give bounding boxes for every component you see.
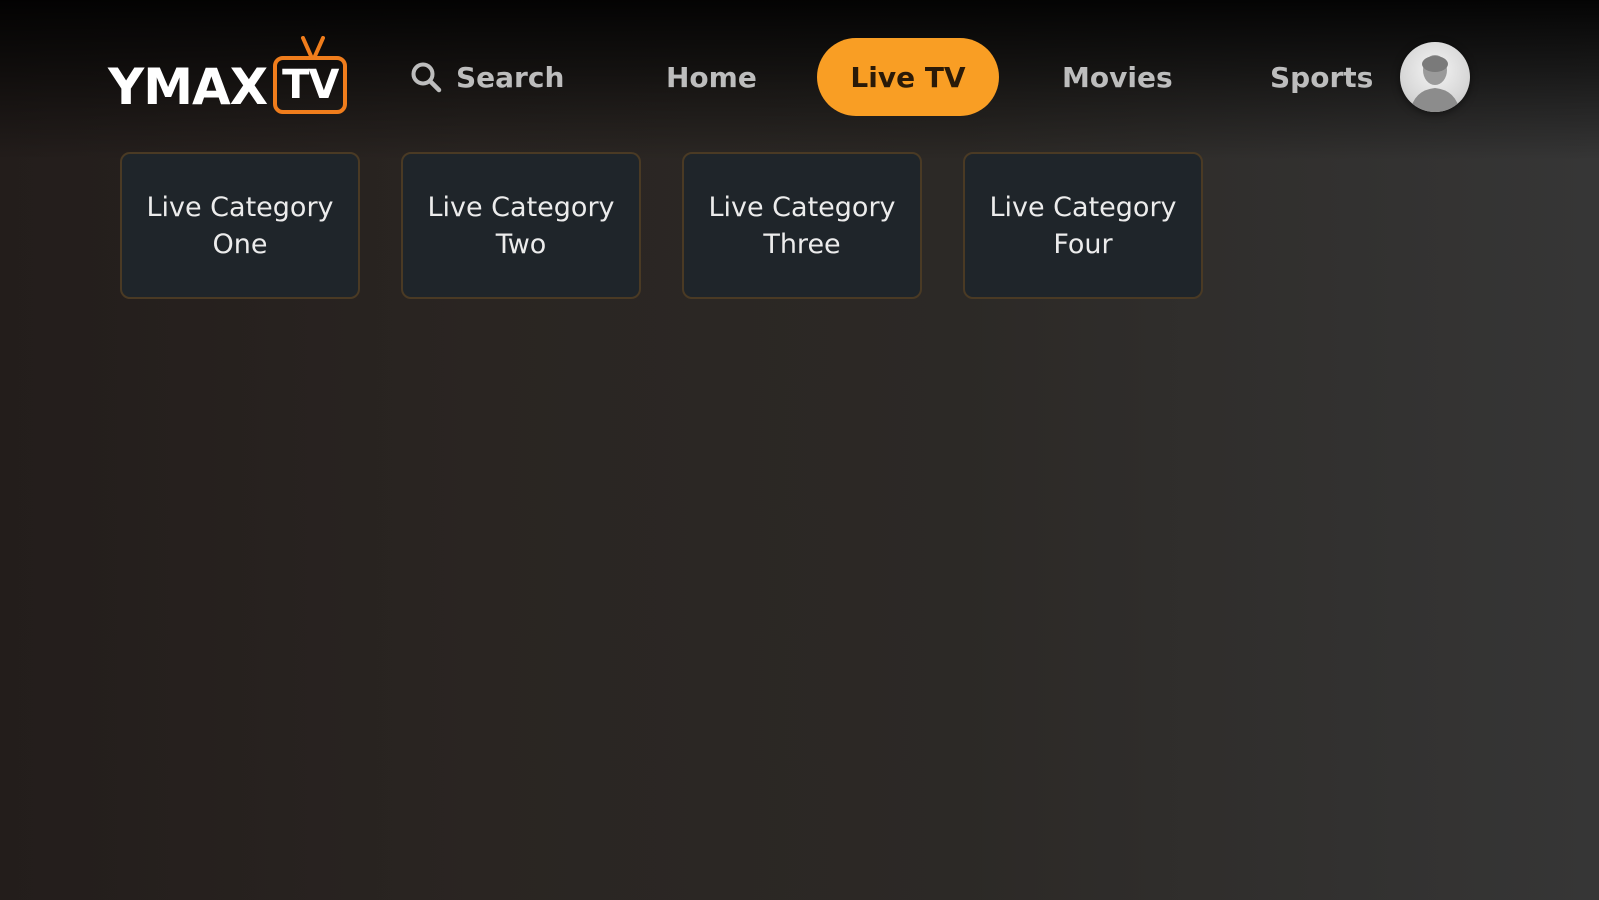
live-category-card[interactable]: Live Category One [120, 152, 360, 299]
tab-movies[interactable]: Movies [1062, 38, 1173, 116]
top-navigation-bar: YMAX TV Search Home Live TV Movies Sport… [0, 0, 1599, 140]
tab-live-tv[interactable]: Live TV [817, 38, 999, 116]
ymax-tv-logo: YMAX TV [108, 34, 355, 120]
search-icon [411, 62, 442, 93]
tab-sports[interactable]: Sports [1270, 38, 1373, 116]
tv-icon: TV [273, 36, 355, 120]
logo-tv-badge: TV [273, 56, 348, 114]
avatar[interactable] [1400, 42, 1470, 112]
live-category-card[interactable]: Live Category Four [963, 152, 1203, 299]
search-label: Search [456, 60, 565, 94]
antenna-icon [301, 36, 326, 58]
live-category-card[interactable]: Live Category Two [401, 152, 641, 299]
user-photo-icon [1410, 55, 1460, 112]
tab-home[interactable]: Home [666, 38, 757, 116]
search-button[interactable]: Search [408, 38, 564, 116]
live-category-list: Live Category One Live Category Two Live… [120, 152, 1244, 299]
live-category-card[interactable]: Live Category Three [682, 152, 922, 299]
logo-text: YMAX [108, 58, 268, 116]
